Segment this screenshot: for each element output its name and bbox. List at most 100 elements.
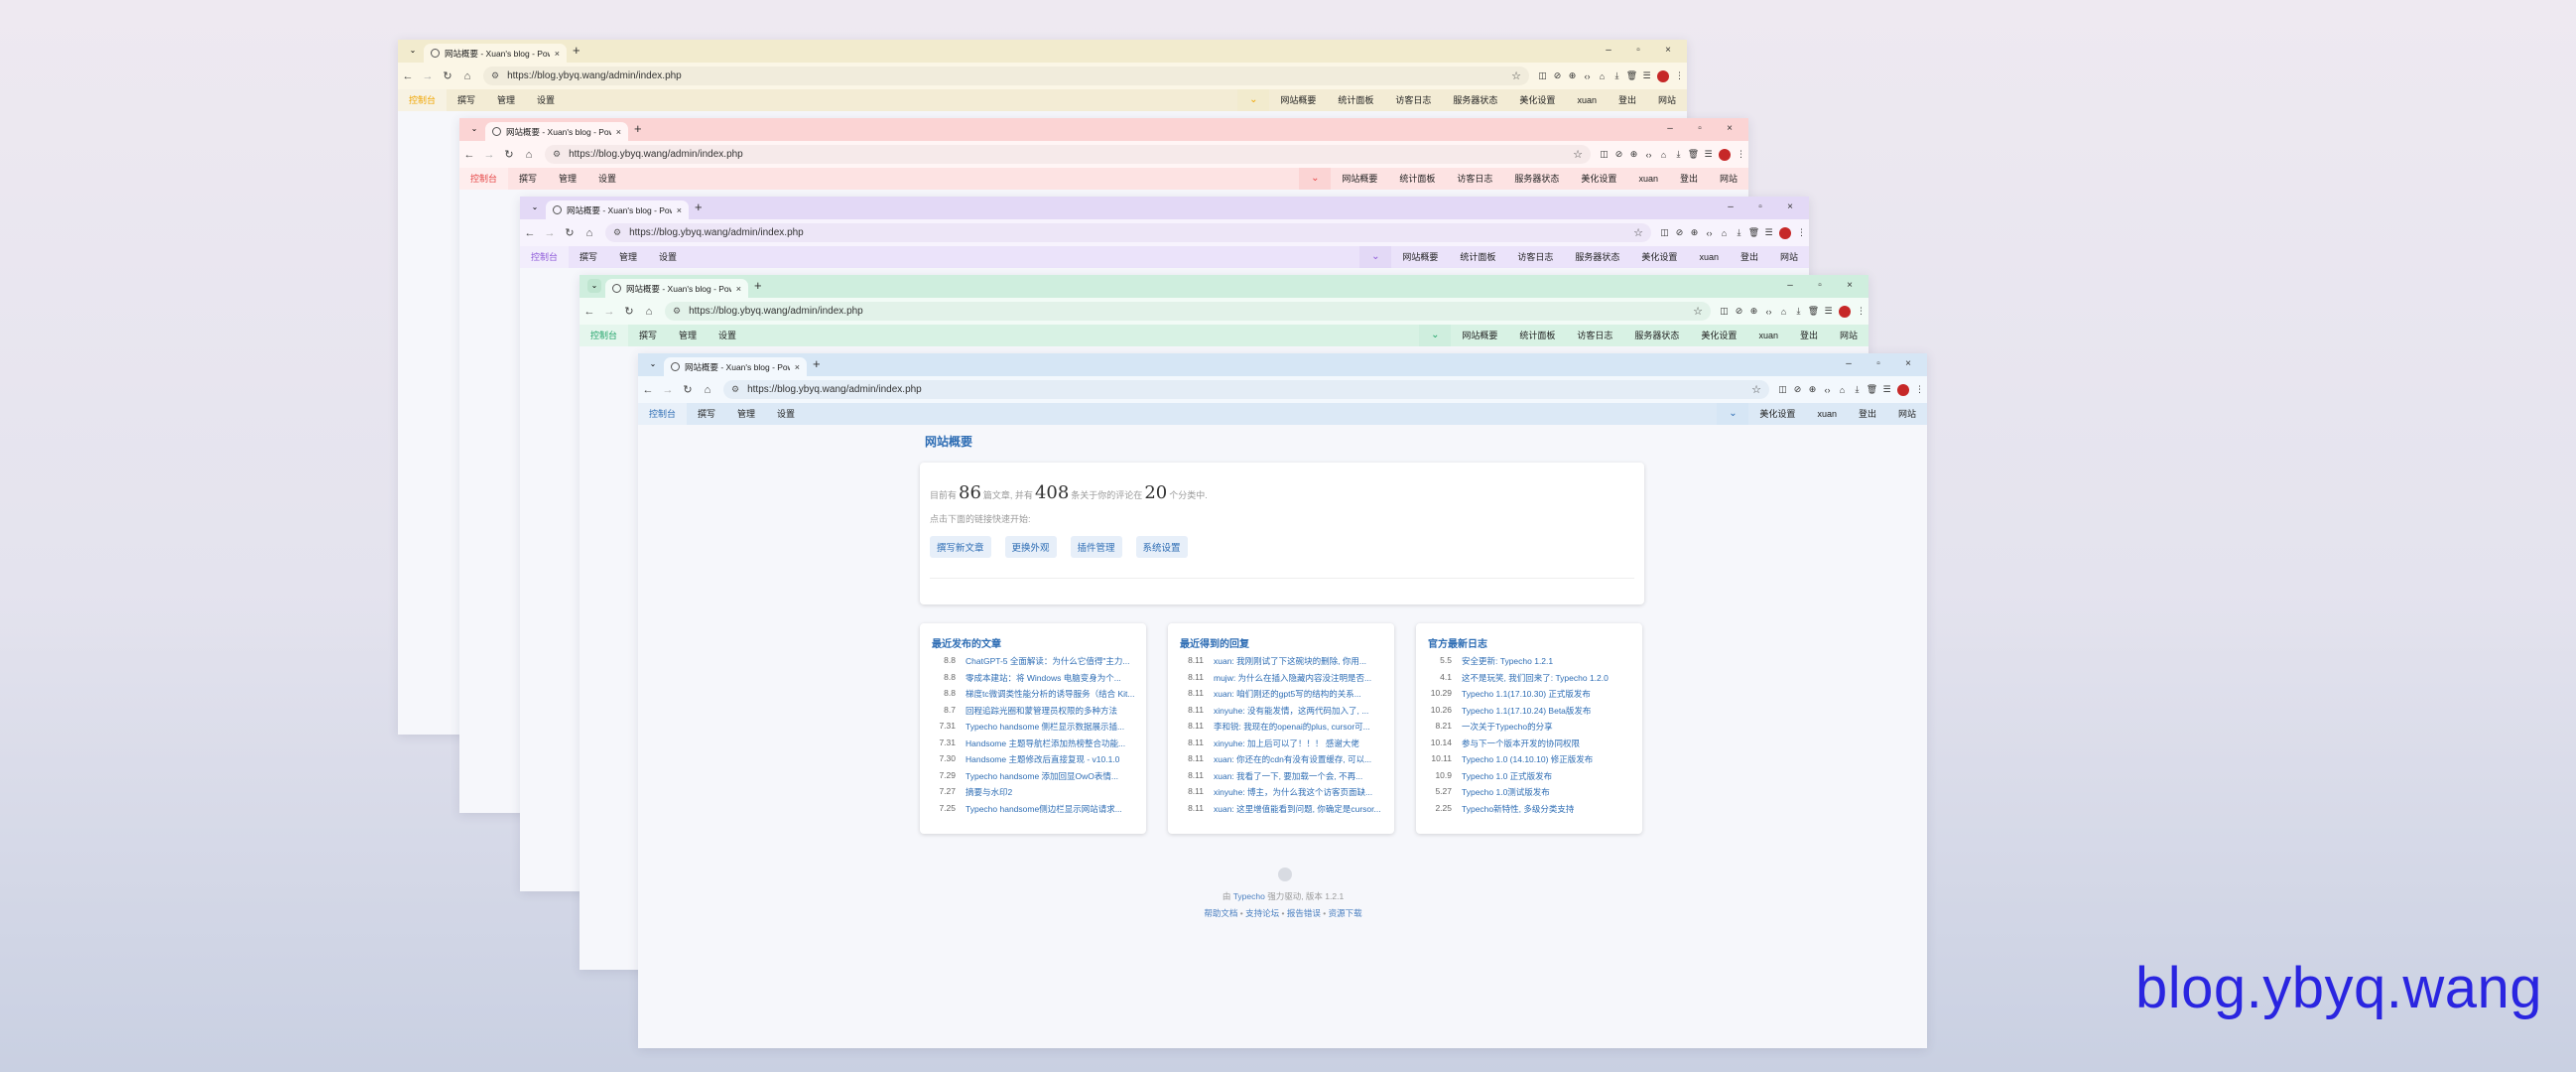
- admin-nav-item[interactable]: 控制台: [398, 89, 448, 111]
- admin-nav-item[interactable]: 控制台: [520, 246, 570, 268]
- extension-icon[interactable]: ⊘: [1790, 384, 1805, 395]
- admin-nav-right-item[interactable]: 网站概要: [1331, 168, 1388, 190]
- browser-tab[interactable]: 网站概要 - Xuan's blog - Pow ×: [605, 279, 748, 298]
- site-info-icon[interactable]: ⚙: [731, 384, 739, 395]
- admin-nav-right-item[interactable]: 服务器状态: [1564, 246, 1630, 268]
- reload-button[interactable]: ↻: [560, 226, 580, 239]
- extension-icon[interactable]: ‹›: [1641, 150, 1656, 160]
- browser-tab[interactable]: 网站概要 - Xuan's blog - Pow ×: [664, 357, 807, 376]
- list-item[interactable]: 8.8 零成本建站：将 Windows 电脑变身为个...: [932, 672, 1136, 689]
- item-link[interactable]: xinyuhe: 博主，为什么我这个访客页面缺...: [1214, 786, 1372, 803]
- admin-nav-right-item[interactable]: 访客日志: [1446, 168, 1503, 190]
- admin-nav-item[interactable]: 撰写: [628, 325, 668, 346]
- notice-alert-icon[interactable]: ⌄: [1419, 325, 1452, 346]
- minimize-button[interactable]: –: [1834, 355, 1864, 373]
- item-link[interactable]: Typecho新特性, 多级分类支持: [1462, 803, 1574, 820]
- extension-icon[interactable]: ⤓: [1850, 384, 1865, 395]
- item-link[interactable]: Typecho 1.0测试版发布: [1462, 786, 1550, 803]
- admin-nav-right-item[interactable]: xuan: [1688, 246, 1730, 268]
- browser-tab[interactable]: 网站概要 - Xuan's blog - Pow ×: [485, 122, 628, 141]
- browser-menu-icon[interactable]: ⋮: [1794, 227, 1809, 238]
- item-link[interactable]: 梯度tc微调类性能分析的诱导服务（结合 Kit...: [966, 688, 1134, 705]
- item-link[interactable]: 李和锐: 我现在的openai的plus, cursor可...: [1214, 721, 1370, 737]
- admin-nav-right-item[interactable]: 登出: [1669, 168, 1709, 190]
- browser-menu-icon[interactable]: ⋮: [1912, 384, 1927, 395]
- minimize-button[interactable]: –: [1594, 42, 1623, 60]
- list-item[interactable]: 7.31 Handsome 主题导航栏添加热榜整合功能...: [932, 737, 1136, 754]
- home-button[interactable]: ⌂: [457, 70, 477, 82]
- list-item[interactable]: 8.11 xuan: 咱们刚还的gpt5写的结构的关系...: [1180, 688, 1384, 705]
- tab-search-button[interactable]: ⌄: [646, 357, 660, 371]
- url-bar[interactable]: ⚙ https://blog.ybyq.wang/admin/index.php ☆: [605, 223, 1651, 242]
- reload-button[interactable]: ↻: [499, 148, 519, 161]
- close-window-button[interactable]: ×: [1893, 355, 1923, 373]
- extension-icon[interactable]: ‹›: [1702, 228, 1717, 238]
- item-link[interactable]: 摘要与水印2: [966, 786, 1012, 803]
- extension-icon[interactable]: ⤓: [1671, 149, 1686, 160]
- extension-icon[interactable]: ⊘: [1732, 306, 1746, 317]
- list-item[interactable]: 7.29 Typecho handsome 添加回显OwO表情...: [932, 770, 1136, 787]
- item-link[interactable]: Typecho 1.1(17.10.24) Beta版发布: [1462, 705, 1591, 722]
- admin-nav-item[interactable]: 撰写: [569, 246, 608, 268]
- list-item[interactable]: 8.11 xuan: 我看了一下, 要加载一个会, 不再...: [1180, 770, 1384, 787]
- admin-nav-right-item[interactable]: 登出: [1848, 403, 1887, 425]
- extension-icon[interactable]: ⌂: [1656, 150, 1671, 160]
- list-item[interactable]: 10.9 Typecho 1.0 正式版发布: [1428, 770, 1632, 787]
- item-link[interactable]: 安全更新: Typecho 1.2.1: [1462, 655, 1553, 672]
- admin-nav-item[interactable]: 管理: [548, 168, 587, 190]
- notice-alert-icon[interactable]: ⌄: [1717, 403, 1749, 425]
- admin-nav-right-item[interactable]: 服务器状态: [1623, 325, 1690, 346]
- new-tab-button[interactable]: +: [573, 43, 580, 58]
- browser-menu-icon[interactable]: ⋮: [1734, 149, 1748, 160]
- home-button[interactable]: ⌂: [519, 149, 539, 161]
- footer-link[interactable]: 资源下载: [1329, 908, 1362, 918]
- maximize-button[interactable]: ▫: [1745, 199, 1775, 216]
- new-tab-button[interactable]: +: [754, 278, 762, 293]
- tab-close-icon[interactable]: ×: [795, 362, 800, 372]
- extension-icon[interactable]: 🗑: [1624, 70, 1639, 81]
- url-bar[interactable]: ⚙ https://blog.ybyq.wang/admin/index.php ☆: [665, 302, 1711, 321]
- extension-icon[interactable]: ⊘: [1550, 70, 1565, 81]
- extension-icon[interactable]: 🗑: [1686, 149, 1701, 160]
- list-item[interactable]: 7.27 摘要与水印2: [932, 786, 1136, 803]
- quick-link-button[interactable]: 插件管理: [1070, 536, 1122, 558]
- extension-icon[interactable]: ☰: [1761, 227, 1776, 238]
- list-item[interactable]: 8.11 xuan: 你还在的cdn有没有设置缓存, 可以...: [1180, 753, 1384, 770]
- bookmark-star-icon[interactable]: ☆: [1573, 148, 1583, 161]
- list-item[interactable]: 7.30 Handsome 主题修改后直接复现 - v10.1.0: [932, 753, 1136, 770]
- extension-icon[interactable]: ⊘: [1611, 149, 1626, 160]
- tab-search-button[interactable]: ⌄: [528, 201, 542, 214]
- admin-nav-item[interactable]: 控制台: [459, 168, 509, 190]
- list-item[interactable]: 8.8 梯度tc微调类性能分析的诱导服务（结合 Kit...: [932, 688, 1136, 705]
- back-button[interactable]: ←: [580, 306, 599, 318]
- admin-nav-item[interactable]: 撰写: [447, 89, 486, 111]
- extension-icon[interactable]: ⌂: [1776, 307, 1791, 317]
- back-button[interactable]: ←: [520, 227, 540, 239]
- admin-nav-right-item[interactable]: 网站: [1709, 168, 1748, 190]
- site-info-icon[interactable]: ⚙: [613, 227, 621, 238]
- item-link[interactable]: 这不是玩笑, 我们回来了: Typecho 1.2.0: [1462, 672, 1609, 689]
- admin-nav-item[interactable]: 设置: [648, 246, 688, 268]
- admin-nav-item[interactable]: 管理: [486, 89, 526, 111]
- profile-avatar[interactable]: [1657, 69, 1669, 82]
- admin-nav-right-item[interactable]: 美化设置: [1508, 89, 1566, 111]
- admin-nav-right-item[interactable]: 服务器状态: [1503, 168, 1570, 190]
- quick-link-button[interactable]: 更换外观: [1004, 536, 1057, 558]
- admin-nav-right-item[interactable]: 网站概要: [1451, 325, 1508, 346]
- tab-search-button[interactable]: ⌄: [587, 279, 601, 293]
- item-link[interactable]: xuan: 我看了一下, 要加载一个会, 不再...: [1214, 770, 1362, 787]
- maximize-button[interactable]: ▫: [1864, 355, 1893, 373]
- profile-avatar[interactable]: [1719, 148, 1731, 161]
- list-item[interactable]: 8.11 李和锐: 我现在的openai的plus, cursor可...: [1180, 721, 1384, 737]
- item-link[interactable]: 参与下一个版本开发的协同权限: [1462, 737, 1580, 754]
- admin-nav-right-item[interactable]: 美化设置: [1690, 325, 1747, 346]
- bookmark-star-icon[interactable]: ☆: [1633, 226, 1643, 239]
- item-link[interactable]: 一次关于Typecho的分享: [1462, 721, 1553, 737]
- profile-avatar[interactable]: [1897, 383, 1909, 396]
- admin-nav-right-item[interactable]: 服务器状态: [1442, 89, 1508, 111]
- extension-icon[interactable]: ⌂: [1717, 228, 1732, 238]
- extension-icon[interactable]: ⤓: [1610, 70, 1624, 81]
- bookmark-star-icon[interactable]: ☆: [1751, 383, 1761, 396]
- extension-icon[interactable]: 🗑: [1865, 384, 1879, 395]
- url-bar[interactable]: ⚙ https://blog.ybyq.wang/admin/index.php ☆: [483, 67, 1529, 85]
